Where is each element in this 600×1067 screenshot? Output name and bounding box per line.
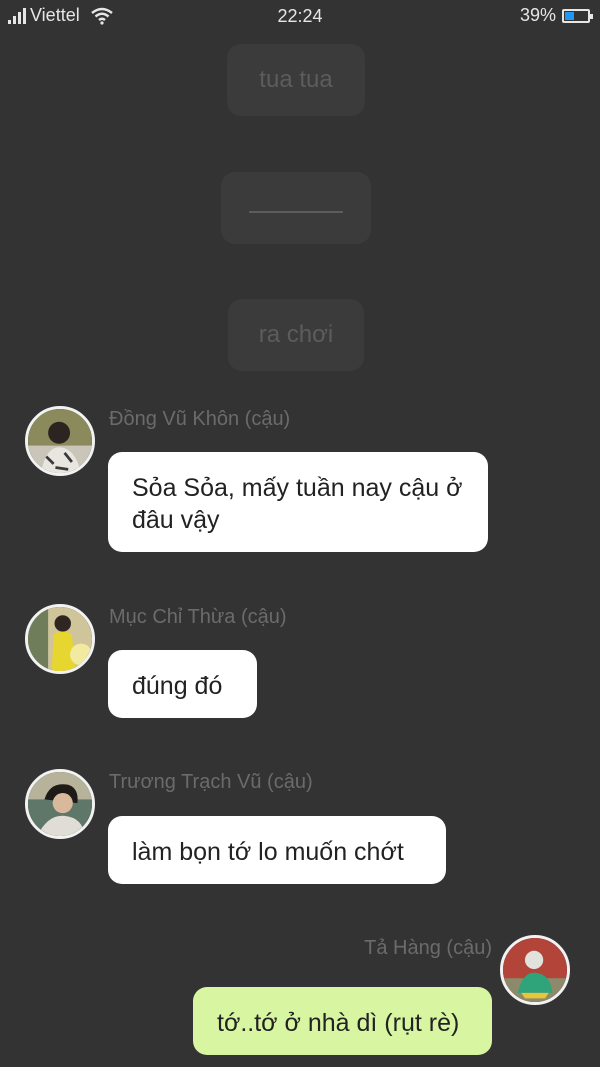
battery-fill: [565, 11, 574, 20]
message-text: Sỏa Sỏa, mấy tuần nay cậu ở đâu vậy: [132, 474, 463, 534]
sender-name: Trương Trạch Vũ (cậu): [109, 771, 313, 793]
status-bar: Viettel 22:24 39%: [0, 0, 600, 34]
notice-text: ra chơi: [258, 321, 334, 348]
status-bar-right: 39%: [519, 5, 593, 26]
sender-name: Đồng Vũ Khôn (cậu): [109, 408, 291, 430]
notice-bubble-blank: [221, 172, 371, 244]
message-bubble[interactable]: đúng đó: [108, 650, 257, 718]
battery-icon: [562, 8, 593, 23]
message-bubble[interactable]: Sỏa Sỏa, mấy tuần nay cậu ở đâu vậy: [108, 452, 488, 552]
sender-name: Tả Hàng (cậu): [364, 937, 492, 959]
message-text: làm bọn tớ lo muốn chớt: [132, 838, 404, 866]
avatar[interactable]: [25, 604, 95, 674]
avatar[interactable]: [25, 406, 95, 476]
sender-name: Mục Chỉ Thừa (cậu): [109, 606, 287, 628]
notice-text: tua tua: [259, 66, 333, 93]
message-text: tớ..tớ ở nhà dì (rụt rè): [217, 1009, 460, 1037]
clock: 22:24: [277, 6, 323, 26]
notice-bubble: tua tua: [227, 44, 365, 116]
message-bubble[interactable]: làm bọn tớ lo muốn chớt: [108, 816, 446, 884]
blank-line: [249, 211, 343, 213]
message-text: đúng đó: [132, 672, 223, 700]
my-message-bubble[interactable]: tớ..tớ ở nhà dì (rụt rè): [193, 987, 492, 1055]
avatar[interactable]: [25, 769, 95, 839]
notice-bubble: ra chơi: [228, 299, 364, 371]
battery-percent: 39%: [519, 5, 556, 25]
avatar[interactable]: [500, 935, 570, 1005]
